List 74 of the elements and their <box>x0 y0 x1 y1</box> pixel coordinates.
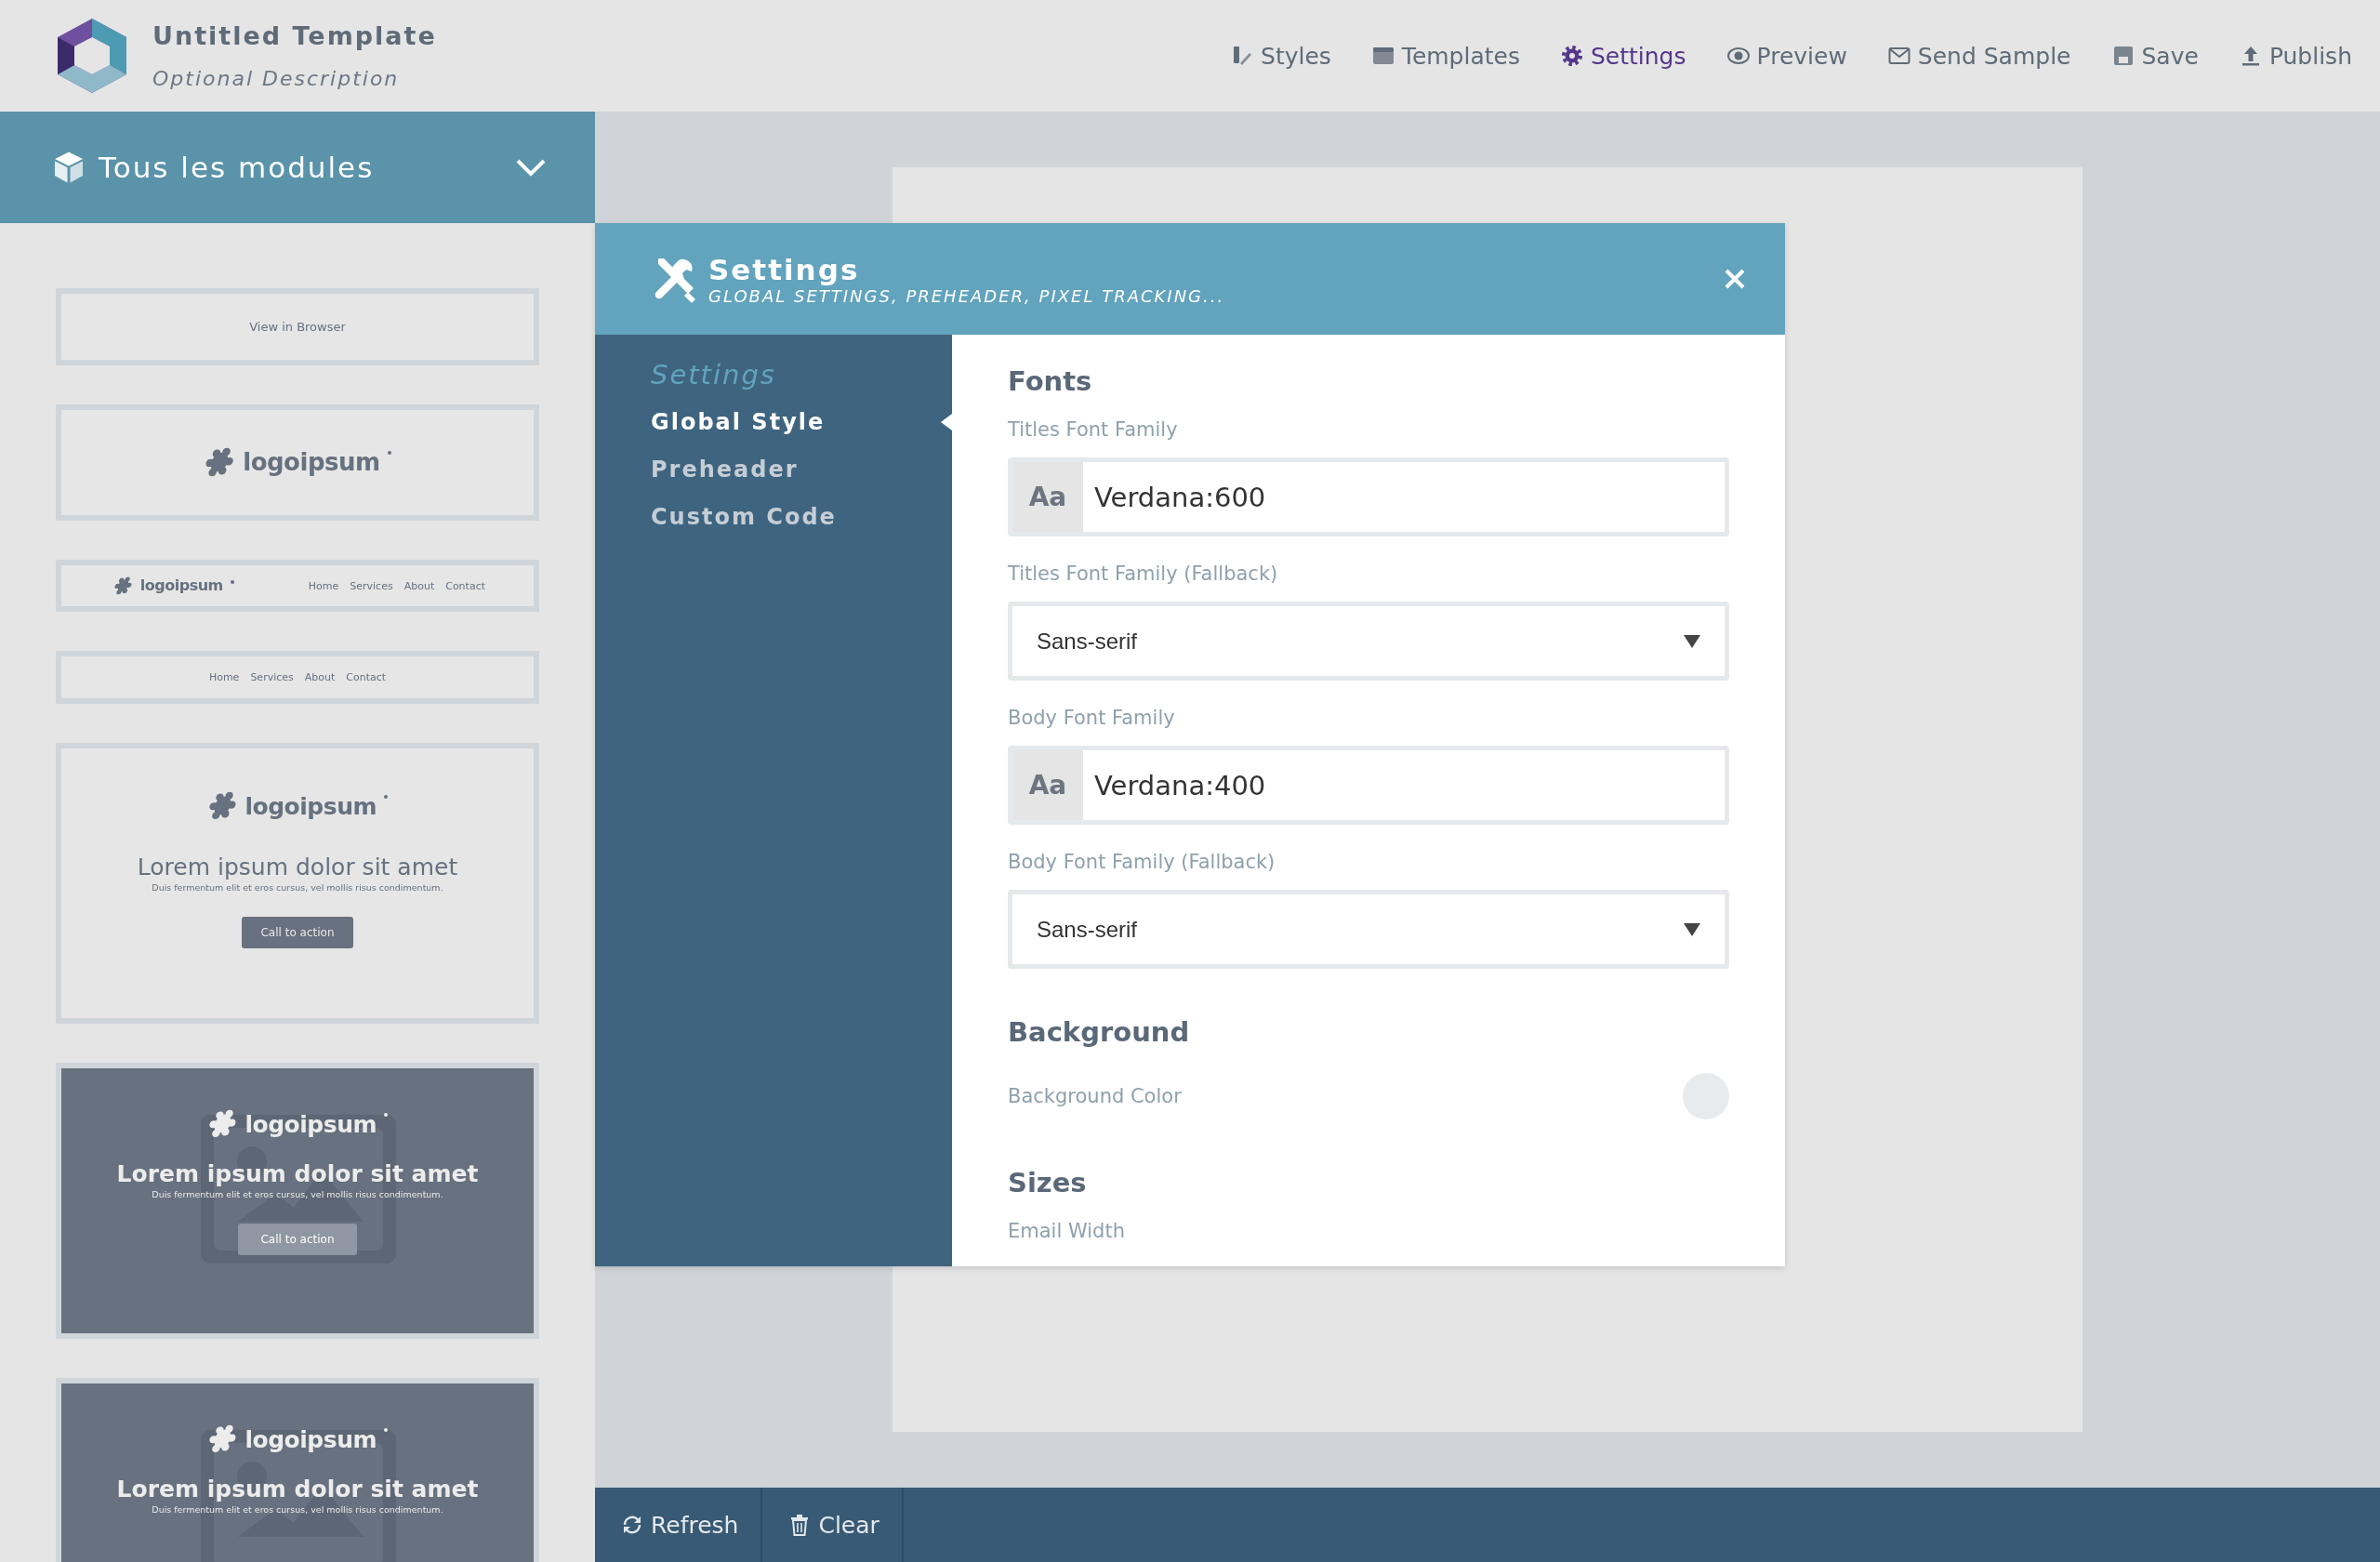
toolbar-button[interactable]: Save <box>2111 42 2199 70</box>
brush-icon <box>1231 45 1254 67</box>
fallback-font-dropdown[interactable]: Sans-serif <box>1008 602 1729 681</box>
template-description[interactable]: Optional Description <box>152 67 437 90</box>
section-heading: Background <box>1008 1015 1191 1050</box>
toolbar-button[interactable]: Settings <box>1560 42 1686 70</box>
section-heading: Sizes <box>1008 1166 1088 1200</box>
module-thumbnail[interactable]: logoipsum Home Services About Contact <box>56 560 539 612</box>
module-thumbnail[interactable]: logoipsum Lorem ipsum dolor sit amet Duis fermentum elit et eros cursus, vel mollis risus condimentum. Call to action <box>56 743 539 1024</box>
field-label: Titles Font Family (Fallback) <box>1008 563 1279 585</box>
nav-link[interactable]: Services <box>250 671 294 683</box>
eye-icon <box>1726 45 1750 67</box>
logo-text: logoipsum <box>243 448 380 477</box>
module-category-label: Tous les modules <box>99 151 375 184</box>
envelope-icon <box>1887 45 1911 67</box>
nav-link[interactable]: Home <box>308 579 339 592</box>
module-thumbnail[interactable]: logoipsum <box>56 404 539 521</box>
selection-pointer-icon <box>941 414 952 430</box>
module-thumbnail[interactable]: View in Browser <box>56 288 539 365</box>
cube-icon <box>52 151 86 184</box>
toolbar-button[interactable]: Send Sample <box>1887 42 2071 70</box>
module-thumbnail[interactable]: logoipsum Lorem ipsum dolor sit amet Duis fermentum elit et eros cursus, vel mollis risus condimentum. <box>56 1378 539 1562</box>
hero-subtitle: Duis fermentum elit et eros cursus, vel mollis risus condimentum. <box>152 1503 443 1515</box>
settings-nav-item[interactable]: Global Style <box>651 398 826 445</box>
field-label: Email Width <box>1008 1220 1126 1242</box>
close-icon <box>1725 269 1745 289</box>
settings-nav-item[interactable]: Preheader <box>651 445 799 493</box>
hero-title: Lorem ipsum dolor sit amet <box>116 1159 479 1187</box>
template-title[interactable]: Untitled Template <box>152 21 437 50</box>
modal-subtitle: GLOBAL SETTINGS, PREHEADER, PIXEL TRACKING... <box>708 285 1225 306</box>
font-input-field[interactable]: Aa Verdana:600 <box>1008 457 1729 536</box>
logo-text: logoipsum <box>139 576 223 595</box>
toolbar-button[interactable]: Preview <box>1726 42 1847 70</box>
toolbar-button[interactable]: Styles <box>1231 42 1331 70</box>
modal-title: Settings <box>708 252 861 286</box>
nav-link[interactable]: About <box>403 579 435 592</box>
call-to-action-button: Call to action <box>238 1223 357 1255</box>
logo-text: logoipsum <box>245 792 377 820</box>
view-in-browser-link[interactable]: View in Browser <box>249 320 346 334</box>
section-heading: Fonts <box>1008 364 1093 399</box>
nav-link[interactable]: Contact <box>346 671 387 683</box>
chevron-down-icon <box>515 157 547 178</box>
hero-subtitle: Duis fermentum elit et eros cursus, vel mollis risus condimentum. <box>152 1188 443 1199</box>
field-label: Body Font Family (Fallback) <box>1008 851 1276 873</box>
module-category-dropdown[interactable]: Tous les modules <box>0 112 595 223</box>
toolbar-button[interactable]: Templates <box>1371 42 1520 70</box>
toolbar-button[interactable]: Publish <box>2239 42 2352 70</box>
refresh-icon <box>621 1514 643 1536</box>
hero-title: Lorem ipsum dolor sit amet <box>137 853 458 880</box>
logo-text: logoipsum <box>245 1425 377 1453</box>
hero-subtitle: Duis fermentum elit et eros cursus, vel mollis risus condimentum. <box>152 881 443 893</box>
window-icon <box>1371 45 1395 67</box>
dropdown-arrow-icon <box>1684 922 1700 936</box>
field-label: Background Color <box>1008 1085 1182 1107</box>
logo-text: logoipsum <box>245 1110 377 1138</box>
hero-title: Lorem ipsum dolor sit amet <box>116 1475 479 1502</box>
nav-link[interactable]: Contact <box>445 579 485 592</box>
settings-icon <box>1560 45 1583 67</box>
nav-heading: Settings <box>651 358 777 392</box>
font-prefix: Aa <box>1012 750 1083 820</box>
fallback-font-dropdown[interactable]: Sans-serif <box>1008 890 1729 969</box>
font-input-field[interactable]: Aa Verdana:400 <box>1008 746 1729 825</box>
nav-link[interactable]: Home <box>208 671 240 683</box>
dropdown-arrow-icon <box>1684 634 1700 648</box>
module-thumbnail[interactable]: Home Services About Contact <box>56 651 539 704</box>
field-label: Titles Font Family <box>1008 418 1179 441</box>
font-prefix: Aa <box>1012 462 1083 532</box>
call-to-action-button: Call to action <box>242 916 353 948</box>
nav-link[interactable]: Services <box>350 579 393 592</box>
nav-link[interactable]: About <box>304 671 336 683</box>
field-label: Body Font Family <box>1008 707 1176 729</box>
module-thumbnail[interactable]: logoipsum Lorem ipsum dolor sit amet Duis fermentum elit et eros cursus, vel mollis risus condimentum. Call to action <box>56 1063 539 1339</box>
settings-nav-item[interactable]: Custom Code <box>651 493 837 540</box>
hexagon-logo-icon <box>58 19 126 93</box>
